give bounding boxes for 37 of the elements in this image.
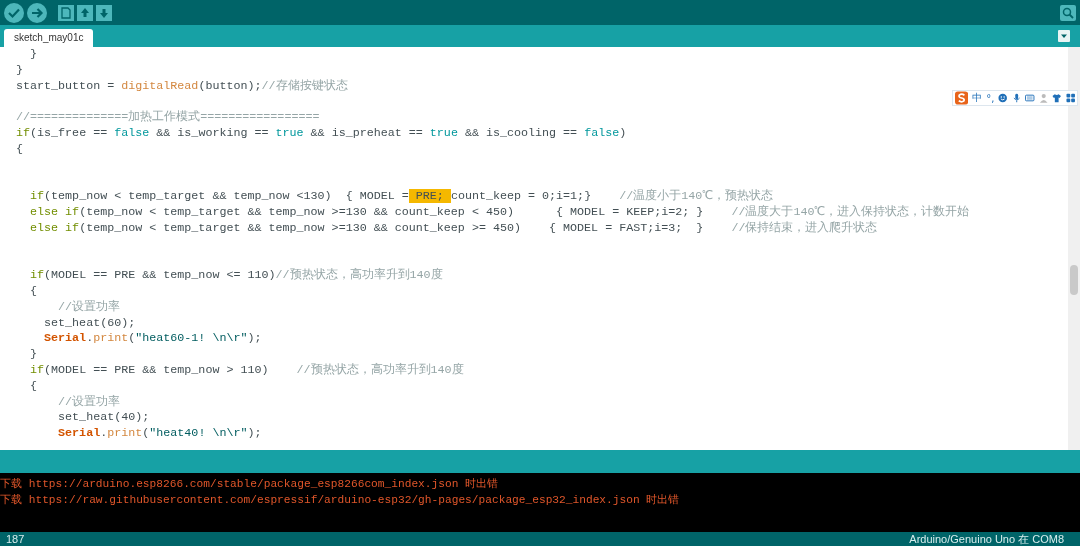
board-port-label: Arduino/Genuino Uno 在 COM8 bbox=[909, 532, 1064, 546]
code-line: { bbox=[29, 378, 39, 395]
code-line: else if(temp_now < temp_target && temp_now >=130 && count_keep >= 450) { MODEL = FAST;i=3; } //保持结束，进入爬升状态 bbox=[29, 220, 879, 237]
code-line: set_heat(60); bbox=[43, 315, 137, 332]
code-line: if(temp_now < temp_target && temp_now <130) { MODEL = PRE; count_keep = 0;i=1;} //温度小于140℃，预热状态 bbox=[29, 189, 775, 205]
code-line: Serial.print("heat40! \n\r"); bbox=[57, 426, 263, 442]
code-line: Serial.print("heat60-1! \n\r"); bbox=[43, 331, 263, 348]
verify-icon[interactable] bbox=[4, 2, 24, 23]
console-error-line: 下载 https://raw.githubusercontent.com/espressif/arduino-esp32/gh-pages/package_esp32_index.json 时出错 bbox=[0, 493, 681, 508]
tab-menu-icon[interactable] bbox=[1058, 30, 1070, 42]
code-line: set_heat(40); bbox=[57, 410, 151, 427]
code-line: start_button = digitalRead(button);//存储按键状态 bbox=[16, 78, 349, 95]
shirt-icon[interactable] bbox=[1052, 93, 1062, 103]
console-error-line: 下载 https://arduino.esp8266.com/stable/package_esp8266com_index.json 时出错 bbox=[0, 477, 500, 492]
code-line: { bbox=[29, 283, 39, 300]
code-line: } bbox=[29, 47, 39, 63]
code-line: { bbox=[16, 141, 24, 158]
code-line: if(is_free == false && is_working == true && is_preheat == true && is_cooling == false) bbox=[16, 126, 628, 142]
new-file-icon[interactable] bbox=[58, 4, 74, 21]
serial-monitor-icon[interactable] bbox=[1060, 4, 1076, 21]
code-line: } bbox=[29, 347, 39, 363]
input-mode-toggle[interactable]: 中 bbox=[972, 91, 983, 105]
code-line: //==============加热工作模式================= bbox=[16, 110, 321, 126]
punctuation-toggle[interactable]: °, bbox=[986, 92, 995, 104]
code-line: if(MODEL == PRE && temp_now <= 110)//预热状态，高功率升到140度 bbox=[29, 268, 444, 284]
code-line: //设置功率 bbox=[57, 299, 122, 316]
microphone-icon[interactable] bbox=[1011, 93, 1022, 103]
code-line: if(MODEL == PRE && temp_now > 110) //预热状态，高功率升到140度 bbox=[29, 362, 465, 379]
keyboard-icon[interactable] bbox=[1025, 93, 1035, 103]
emoji-icon[interactable] bbox=[998, 93, 1008, 103]
code-line: } bbox=[16, 62, 24, 79]
file-tab[interactable]: sketch_may01c bbox=[4, 29, 94, 47]
code-line: else if(temp_now < temp_target && temp_now >=130 && count_keep < 450) { MODEL = KEEP;i=2; } //温度大于140℃，进入保持状态，计数开始 bbox=[29, 204, 971, 221]
grid-icon[interactable] bbox=[1065, 93, 1075, 103]
scrollbar[interactable] bbox=[1068, 47, 1080, 450]
line-number: 187 bbox=[6, 532, 25, 546]
code-line: //设置功率 bbox=[57, 394, 122, 411]
